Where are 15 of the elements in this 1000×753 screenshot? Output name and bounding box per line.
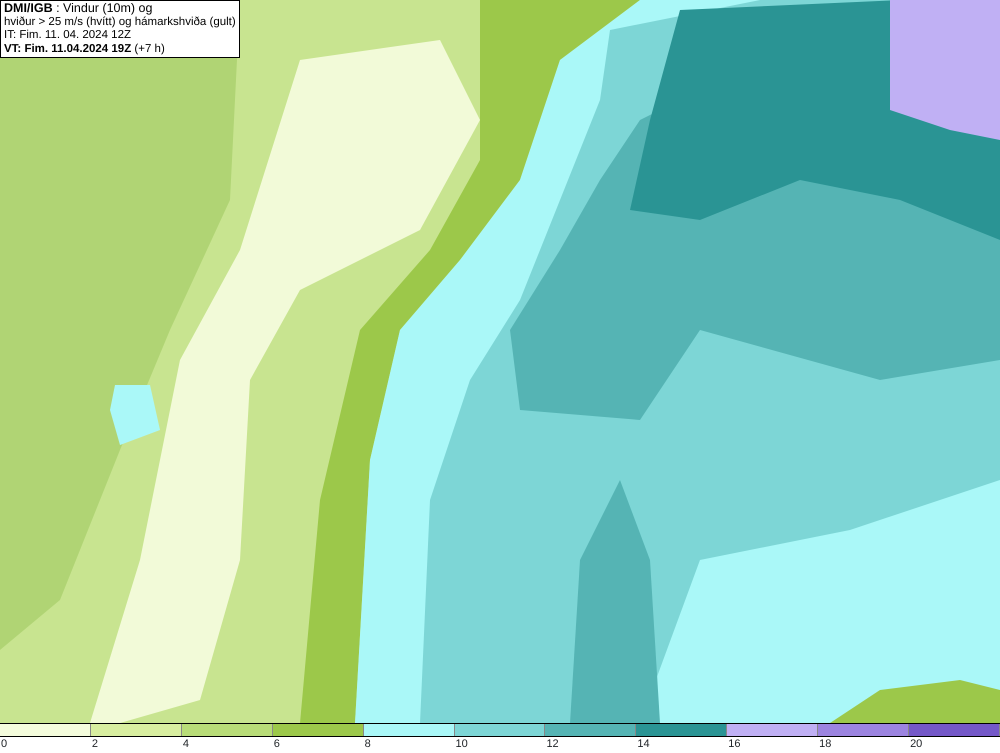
legend-tick-label: 20 xyxy=(910,737,922,752)
legend-tick-label: 0 xyxy=(1,737,8,752)
map-caption-line: VT: Fim. 11.04.2024 19Z (+7 h) xyxy=(4,42,166,56)
legend-tick-label: 6 xyxy=(274,737,280,752)
legend-tick-label: 16 xyxy=(728,737,740,752)
legend-tick-label: 10 xyxy=(456,737,468,752)
legend-tick-label: 12 xyxy=(546,737,559,752)
map-caption-line: hviður > 25 m/s (hvítt) og hámarkshviða (gult) xyxy=(4,16,236,29)
legend-tick-label: 8 xyxy=(364,737,371,752)
legend-tick-label: 18 xyxy=(819,737,832,752)
map-title: DMI/IGB : Vindur (10m) og xyxy=(4,2,152,15)
map-caption-line: IT: Fim. 11. 04. 2024 12Z xyxy=(4,29,132,42)
legend-tick-label: 2 xyxy=(92,737,98,752)
legend-tick-label: 4 xyxy=(182,737,189,752)
legend-tick-label: 14 xyxy=(637,737,650,752)
